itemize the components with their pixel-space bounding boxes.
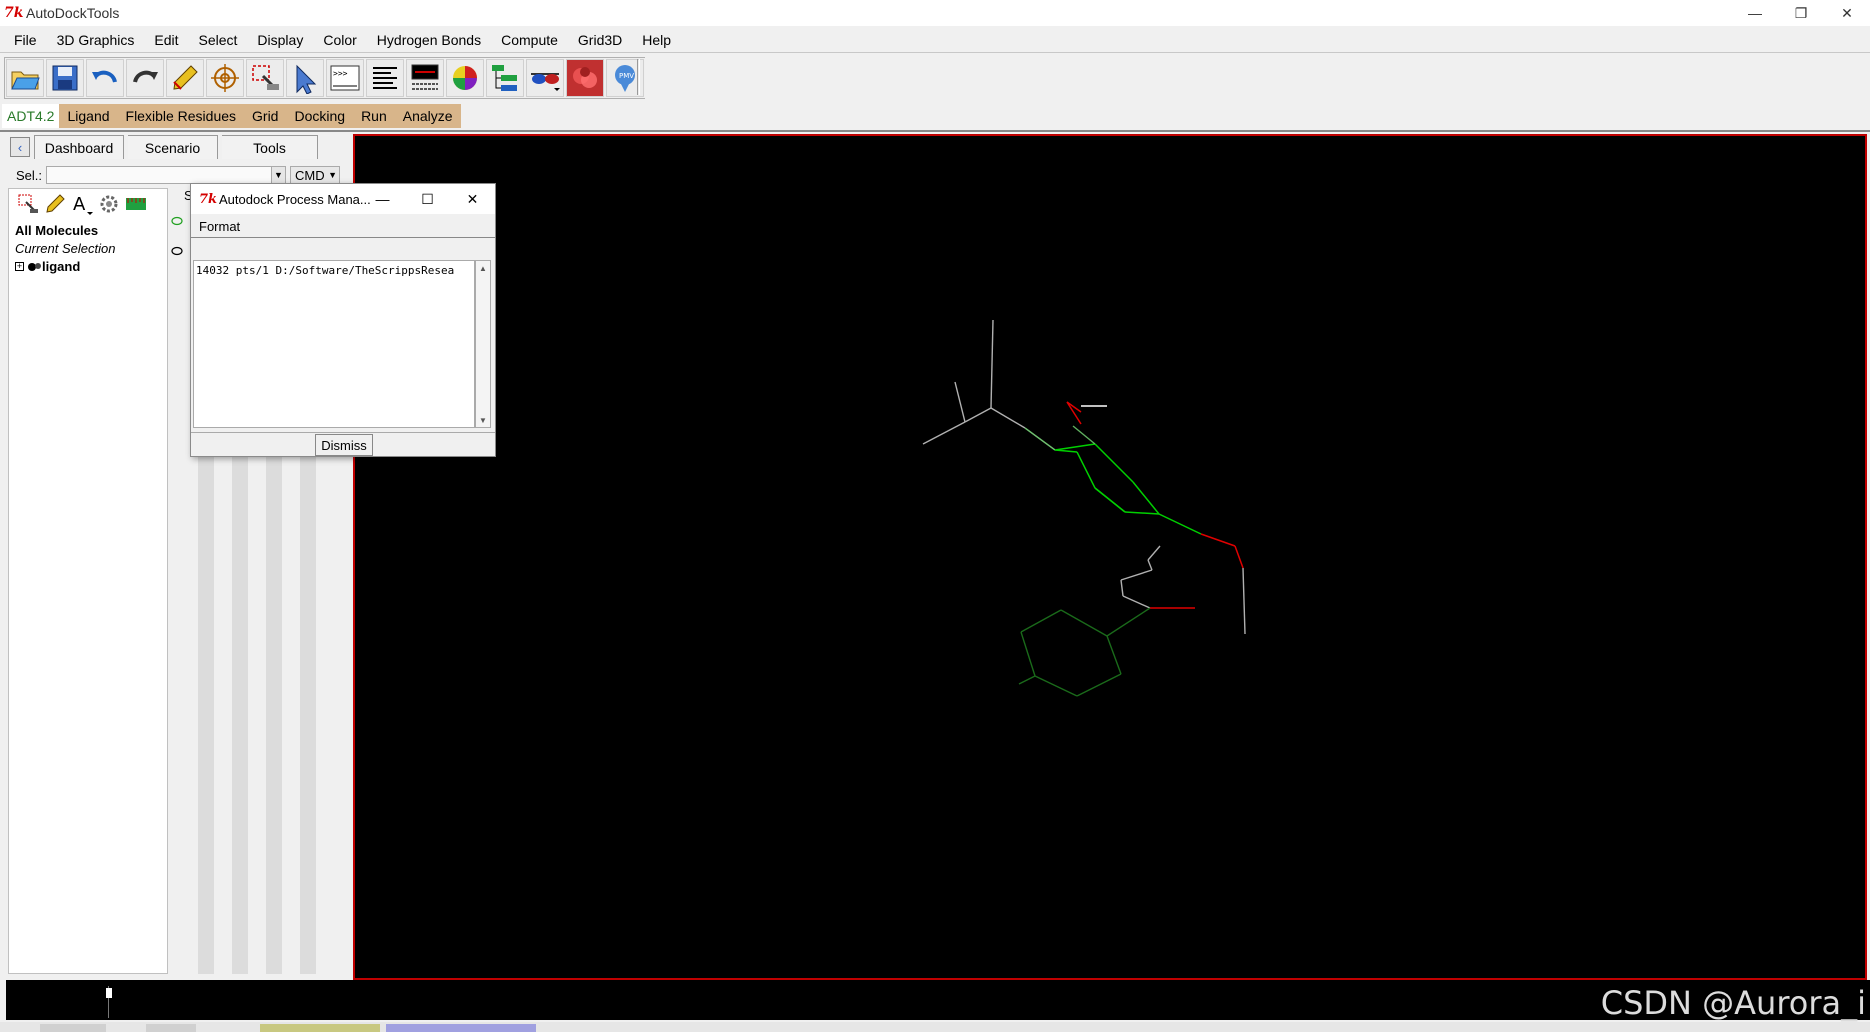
- process-list-scrollbar[interactable]: ▲ ▼: [475, 260, 491, 428]
- title-bar: 7k AutoDockTools — ❐ ✕: [0, 0, 1870, 26]
- toolbar-divider: [0, 130, 1870, 132]
- dialog-menu-format[interactable]: Format: [199, 219, 240, 234]
- dashboard-tabs: ‹ Dashboard Scenario Tools: [6, 134, 348, 160]
- scroll-up-icon[interactable]: ▲: [476, 261, 490, 275]
- chevron-down-icon: ▼: [328, 170, 338, 180]
- menu-compute[interactable]: Compute: [491, 32, 568, 48]
- menu-3d-graphics[interactable]: 3D Graphics: [47, 32, 145, 48]
- process-line[interactable]: 14032 pts/1 D:/Software/TheScrippsResea: [196, 264, 454, 277]
- menu-select[interactable]: Select: [189, 32, 248, 48]
- svg-text:PMV: PMV: [619, 72, 634, 80]
- scroll-down-icon[interactable]: ▼: [476, 413, 490, 427]
- main-toolbar: >>> PMV: [4, 57, 645, 99]
- 3d-viewer[interactable]: [353, 134, 1867, 980]
- target-icon[interactable]: [206, 59, 244, 97]
- dialog-window-controls: — ☐ ✕: [360, 184, 495, 214]
- gear-tool-icon[interactable]: [96, 191, 122, 217]
- process-manager-dialog: 7k Autodock Process Mana... — ☐ ✕ Format…: [190, 183, 496, 457]
- adt-version-label: ADT4.2: [2, 104, 60, 128]
- close-icon[interactable]: ✕: [450, 184, 495, 214]
- ligand-wireframe: [922, 319, 1246, 697]
- text-lines-icon[interactable]: [366, 59, 404, 97]
- adt-menu-ligand[interactable]: Ligand: [59, 104, 117, 128]
- menu-grid3d[interactable]: Grid3D: [568, 32, 632, 48]
- undo-icon[interactable]: [86, 59, 124, 97]
- save-icon[interactable]: [46, 59, 84, 97]
- window-title: AutoDockTools: [26, 5, 120, 21]
- menu-edit[interactable]: Edit: [144, 32, 188, 48]
- python-shell-icon[interactable]: >>>: [326, 59, 364, 97]
- redo-icon[interactable]: [126, 59, 164, 97]
- adt-menu-flexible-residues[interactable]: Flexible Residues: [118, 104, 245, 128]
- dialog-button-row: Dismiss: [191, 432, 495, 456]
- label-tool-icon[interactable]: A: [69, 191, 95, 217]
- pencil-tool-icon[interactable]: [42, 191, 68, 217]
- tree-item-ligand[interactable]: + ligand: [15, 259, 80, 274]
- menu-display[interactable]: Display: [247, 32, 313, 48]
- window-controls: — ❐ ✕: [1732, 0, 1870, 26]
- process-list[interactable]: 14032 pts/1 D:/Software/TheScrippsResea: [193, 260, 475, 428]
- adt-menu-bar: ADT4.2 Ligand Flexible Residues Grid Doc…: [2, 104, 461, 128]
- pointer-icon[interactable]: [286, 59, 324, 97]
- maximize-icon[interactable]: ☐: [405, 184, 450, 214]
- tab-dashboard[interactable]: Dashboard: [34, 135, 124, 159]
- dialog-title: Autodock Process Mana...: [219, 191, 371, 207]
- dismiss-button[interactable]: Dismiss: [315, 434, 373, 456]
- status-segment: [146, 1024, 196, 1032]
- menu-color[interactable]: Color: [313, 32, 366, 48]
- dialog-title-bar: 7k Autodock Process Mana... — ☐ ✕: [191, 184, 495, 214]
- menu-hydrogen-bonds[interactable]: Hydrogen Bonds: [367, 32, 491, 48]
- menu-bar: File 3D Graphics Edit Select Display Col…: [0, 27, 1870, 53]
- minimize-icon[interactable]: —: [1732, 0, 1778, 26]
- tk-logo-icon: 7k: [4, 5, 24, 21]
- tree-ligand-label: ligand: [42, 259, 81, 274]
- stereo-glasses-icon[interactable]: [526, 59, 564, 97]
- select-box-icon[interactable]: [246, 59, 284, 97]
- expand-icon[interactable]: +: [15, 262, 24, 271]
- monitor-icon[interactable]: [406, 59, 444, 97]
- tab-tools[interactable]: Tools: [222, 135, 318, 159]
- minimize-icon[interactable]: —: [360, 184, 405, 214]
- colored-sphere-icon[interactable]: [446, 59, 484, 97]
- selection-input[interactable]: ▼: [46, 166, 287, 184]
- toolbar-separator: [637, 59, 640, 95]
- molecule-surface-icon[interactable]: [566, 59, 604, 97]
- pencil-icon[interactable]: [166, 59, 204, 97]
- collapse-panel-icon[interactable]: ‹: [10, 137, 30, 157]
- cmd-label: CMD: [295, 167, 325, 183]
- bottom-bar: CSDN @Aurora_i: [6, 980, 1870, 1022]
- menu-help[interactable]: Help: [632, 32, 681, 48]
- menu-file[interactable]: File: [0, 32, 47, 48]
- dialog-menu-bar: Format: [191, 216, 495, 238]
- tree-toolbar: A: [15, 191, 150, 217]
- select-tool-icon[interactable]: [15, 191, 41, 217]
- cmd-dropdown[interactable]: CMD ▼: [290, 166, 341, 184]
- timeline-slider-handle[interactable]: [106, 988, 112, 998]
- shell-prompt: >>>: [333, 69, 348, 78]
- status-segment: [386, 1024, 536, 1032]
- adt-menu-grid[interactable]: Grid: [244, 104, 286, 128]
- adt-menu-run[interactable]: Run: [353, 104, 395, 128]
- svg-text:A: A: [73, 194, 86, 215]
- ruler-tool-icon[interactable]: [123, 191, 149, 217]
- chevron-down-icon[interactable]: ▼: [271, 167, 286, 183]
- restore-icon[interactable]: ❐: [1778, 0, 1824, 26]
- molecule-tree: A All Molecules Current Selection + liga…: [8, 188, 168, 974]
- tree-all-molecules[interactable]: All Molecules: [15, 223, 98, 238]
- tab-scenario[interactable]: Scenario: [128, 135, 218, 159]
- show-toggle-icons[interactable]: [170, 216, 184, 266]
- open-folder-icon[interactable]: [6, 59, 44, 97]
- tree-current-selection[interactable]: Current Selection: [15, 241, 115, 256]
- close-icon[interactable]: ✕: [1824, 0, 1870, 26]
- watermark: CSDN @Aurora_i: [1600, 984, 1866, 1022]
- molecule-icon: [28, 262, 41, 271]
- selection-label: Sel.:: [16, 167, 43, 183]
- adt-menu-docking[interactable]: Docking: [286, 104, 353, 128]
- status-segment: [260, 1024, 380, 1032]
- adt-menu-analyze[interactable]: Analyze: [395, 104, 461, 128]
- tree-icon[interactable]: [486, 59, 524, 97]
- status-segment: [40, 1024, 106, 1032]
- tk-logo-icon: 7k: [199, 191, 218, 207]
